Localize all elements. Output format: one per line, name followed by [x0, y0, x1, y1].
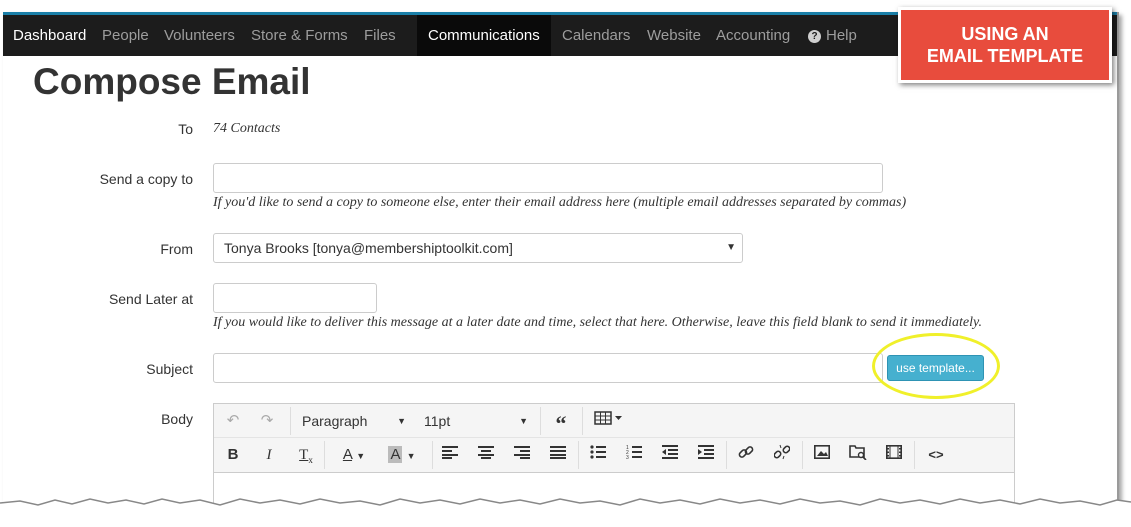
bullet-list-glyph — [590, 445, 606, 459]
align-center-glyph — [478, 446, 494, 459]
text-color-icon[interactable]: A ▼ — [334, 444, 374, 466]
nav-people[interactable]: People — [94, 15, 157, 56]
unlink-icon[interactable] — [772, 444, 792, 466]
align-left-icon[interactable] — [440, 444, 460, 466]
toolbar-separator — [540, 407, 541, 435]
send-copy-input[interactable] — [213, 163, 883, 193]
image-glyph — [814, 445, 830, 459]
send-copy-label: Send a copy to — [99, 171, 193, 187]
align-right-glyph — [514, 446, 530, 459]
nav-accounting[interactable]: Accounting — [708, 15, 798, 56]
callout-line-2: EMAIL TEMPLATE — [926, 46, 1084, 66]
file-browser-icon[interactable] — [848, 444, 868, 466]
font-size-dropdown[interactable]: 11pt ▼ — [424, 410, 528, 432]
source-code-icon[interactable]: <> — [924, 444, 948, 466]
subject-input[interactable] — [213, 353, 883, 383]
nav-calendars[interactable]: Calendars — [554, 15, 638, 56]
blockquote-icon[interactable]: “ — [550, 410, 572, 436]
callout-line-1: USING AN — [961, 24, 1049, 44]
toolbar-separator — [582, 407, 583, 435]
indent-glyph — [698, 445, 714, 459]
nav-files[interactable]: Files — [356, 15, 404, 56]
numbered-list-icon[interactable]: 123 — [624, 444, 644, 466]
media-icon[interactable] — [884, 444, 904, 466]
align-justify-glyph — [550, 446, 566, 459]
nav-website[interactable]: Website — [639, 15, 709, 56]
block-format-value: Paragraph — [302, 413, 368, 429]
folder-search-glyph — [849, 445, 867, 461]
nav-communications[interactable]: Communications — [417, 15, 551, 56]
tutorial-callout: USING AN EMAIL TEMPLATE — [898, 7, 1112, 83]
send-copy-help: If you'd like to send a copy to someone … — [213, 195, 907, 210]
link-glyph — [738, 446, 754, 458]
nav-store-forms[interactable]: Store & Forms — [243, 15, 356, 56]
to-contacts-value: 74 Contacts — [213, 121, 281, 136]
toolbar-separator — [290, 407, 291, 435]
chevron-down-icon: ▼ — [397, 416, 406, 426]
toolbar-separator — [432, 441, 433, 469]
body-label: Body — [161, 411, 193, 427]
send-later-input[interactable] — [213, 283, 377, 313]
font-size-value: 11pt — [424, 413, 451, 429]
highlight-circle — [872, 333, 1000, 399]
toolbar-separator — [914, 441, 915, 469]
torn-edge — [0, 498, 1131, 527]
unlink-glyph — [773, 444, 791, 460]
nav-volunteers[interactable]: Volunteers — [156, 15, 243, 56]
align-left-glyph — [442, 446, 458, 459]
toolbar-separator — [802, 441, 803, 469]
browser-frame: Dashboard People Volunteers Store & Form… — [3, 12, 1119, 516]
nav-dashboard[interactable]: Dashboard — [5, 15, 94, 56]
bullet-list-icon[interactable] — [588, 444, 608, 466]
question-circle-icon: ? — [808, 30, 821, 43]
from-select[interactable]: Tonya Brooks [tonya@membershiptoolkit.co… — [213, 233, 743, 263]
svg-text:3: 3 — [626, 455, 629, 459]
italic-icon[interactable]: I — [260, 444, 278, 466]
send-later-label: Send Later at — [108, 291, 193, 307]
image-icon[interactable] — [812, 444, 832, 466]
redo-icon[interactable]: ↷ — [258, 410, 276, 432]
outdent-icon[interactable] — [660, 444, 680, 466]
to-label: To — [178, 121, 193, 137]
toolbar-separator — [324, 441, 325, 469]
align-right-icon[interactable] — [512, 444, 532, 466]
block-format-dropdown[interactable]: Paragraph ▼ — [302, 410, 406, 432]
indent-icon[interactable] — [696, 444, 716, 466]
subject-label: Subject — [146, 361, 193, 377]
from-label: From — [160, 241, 193, 257]
numbered-list-glyph: 123 — [626, 445, 642, 461]
table-grid-icon — [594, 411, 622, 425]
chevron-down-icon: ▼ — [519, 416, 528, 426]
editor-toolbar-row-1: ↶ ↷ Paragraph ▼ 11pt ▼ “ — [214, 404, 1014, 438]
table-icon[interactable] — [592, 410, 626, 432]
send-later-help: If you would like to deliver this messag… — [213, 315, 982, 330]
align-center-icon[interactable] — [476, 444, 496, 466]
toolbar-separator — [726, 441, 727, 469]
caret-down-icon: ▼ — [726, 242, 736, 253]
outdent-glyph — [662, 445, 678, 459]
from-selected-value: Tonya Brooks [tonya@membershiptoolkit.co… — [224, 240, 513, 256]
editor-toolbar-row-2: B I Tx A ▼ A ▼ 123 <> — [214, 438, 1014, 473]
clear-formatting-icon[interactable]: Tx — [296, 444, 316, 466]
toolbar-separator — [578, 441, 579, 469]
nav-help-label: Help — [826, 27, 857, 44]
page-title: Compose Email — [33, 61, 311, 102]
bold-icon[interactable]: B — [224, 444, 242, 466]
background-color-icon[interactable]: A ▼ — [382, 444, 422, 466]
align-justify-icon[interactable] — [548, 444, 568, 466]
nav-help[interactable]: ? Help — [800, 15, 865, 56]
film-glyph — [886, 445, 902, 459]
undo-icon[interactable]: ↶ — [224, 410, 242, 432]
link-icon[interactable] — [736, 444, 756, 466]
